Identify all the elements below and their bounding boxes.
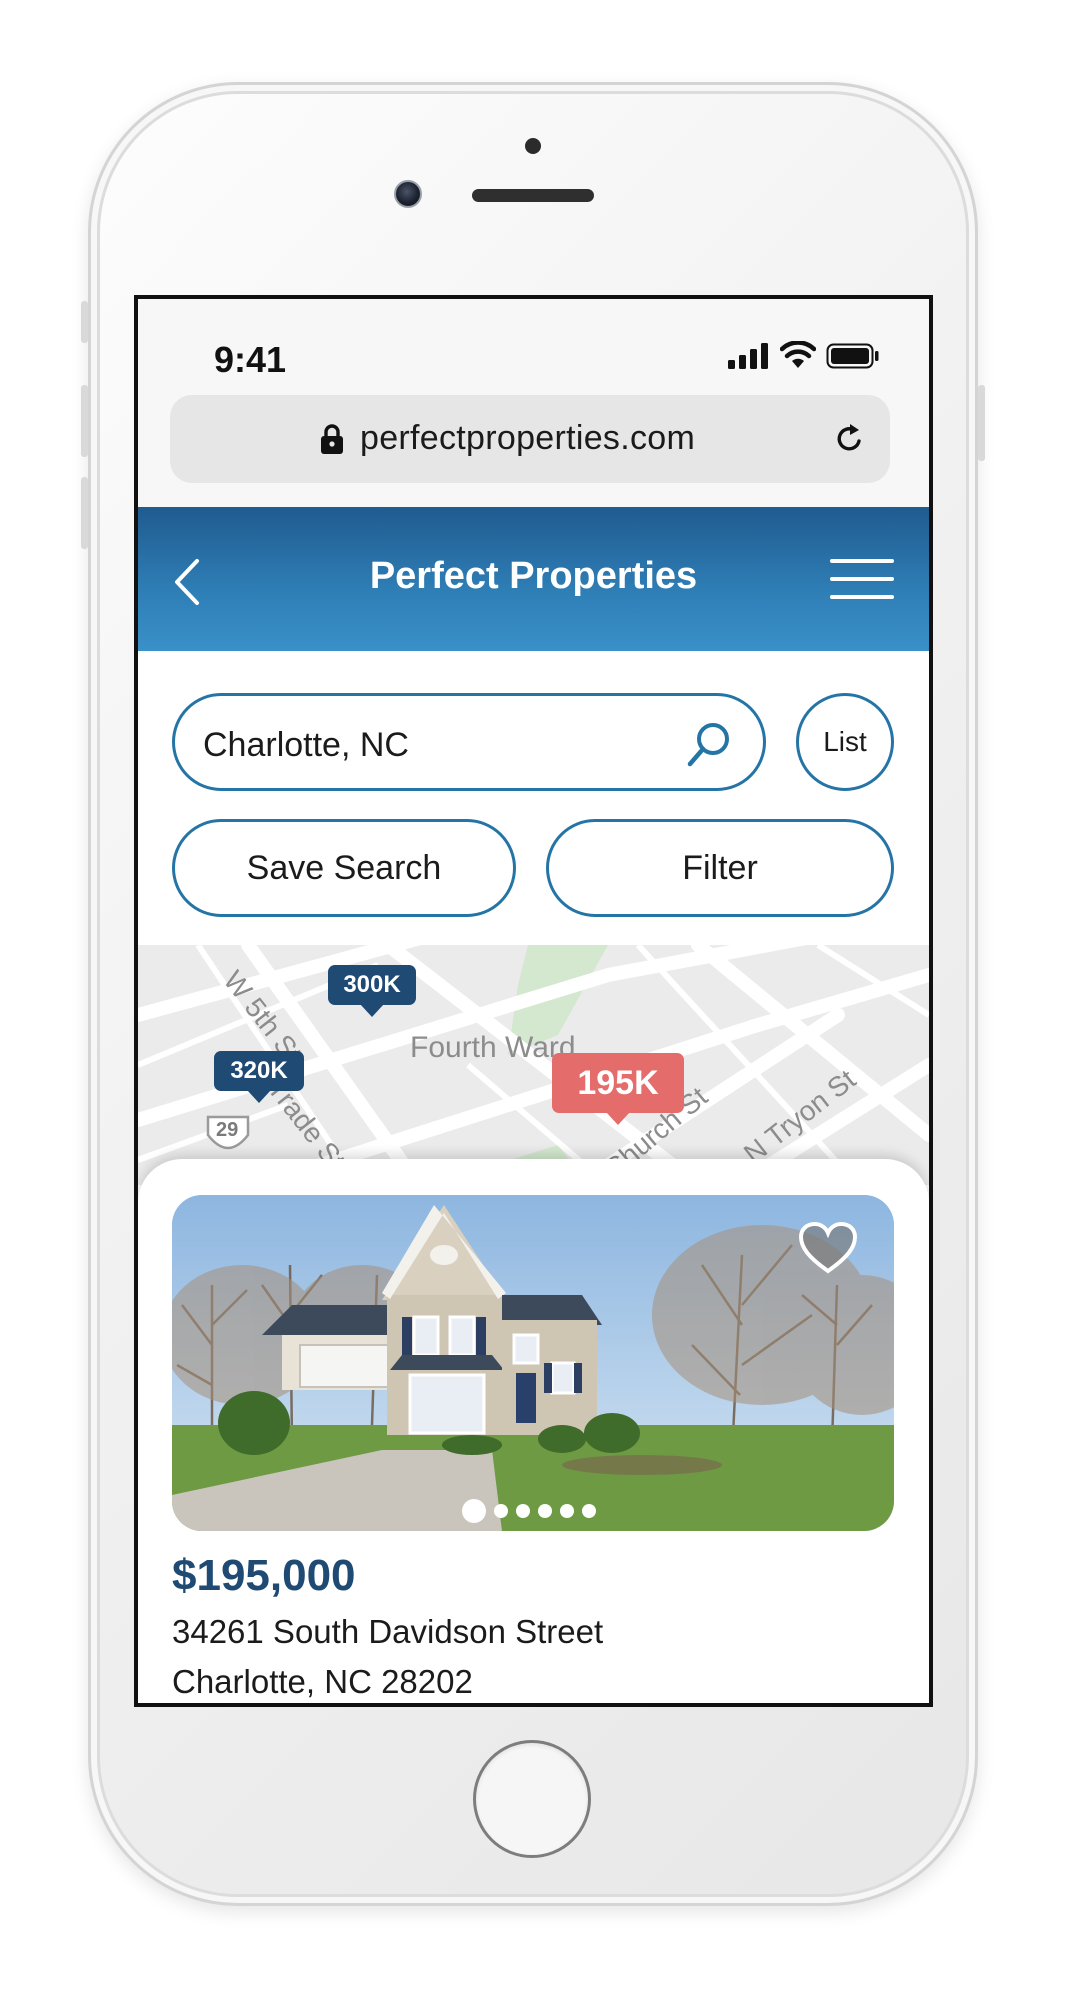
pagination-dot[interactable] [516, 1504, 530, 1518]
status-bar: 9:41 [138, 299, 929, 395]
listing-photo[interactable] [172, 1195, 894, 1531]
location-search-input[interactable]: Charlotte, NC [172, 693, 766, 791]
route-29-badge: 29 [216, 1119, 239, 1141]
page-title: Perfect Properties [369, 555, 698, 597]
save-search-button[interactable]: Save Search [172, 819, 516, 917]
map-price-marker[interactable]: 300K [328, 965, 416, 1017]
search-icon[interactable] [685, 720, 733, 768]
phone-screen: 9:41 perfectproperties.com Perfect Prope… [134, 295, 933, 1707]
reload-icon[interactable] [834, 423, 866, 455]
earpiece-speaker [472, 189, 594, 202]
pagination-dot[interactable] [538, 1504, 552, 1518]
listing-address-line2: Charlotte, NC 28202 [172, 1663, 473, 1700]
map-neighborhood-label: Fourth Ward [410, 1031, 576, 1064]
house-photo [172, 1195, 894, 1531]
listing-address-line1: 34261 South Davidson Street [172, 1613, 604, 1650]
front-camera [394, 180, 422, 208]
pagination-dot[interactable] [560, 1504, 574, 1518]
volume-down-button [81, 477, 88, 549]
address-bar[interactable]: perfectproperties.com [170, 395, 890, 483]
home-button[interactable] [473, 1740, 591, 1858]
pagination-dot[interactable] [494, 1504, 508, 1518]
signal-icon [728, 343, 768, 369]
filter-button[interactable]: Filter [546, 819, 894, 917]
pagination-dot-active[interactable] [462, 1499, 486, 1523]
power-button [978, 385, 985, 461]
volume-up-button [81, 385, 88, 457]
map-price-marker-selected[interactable]: 195K [552, 1053, 684, 1125]
pagination-dot[interactable] [582, 1504, 596, 1518]
map-price-marker[interactable]: 320K [214, 1051, 304, 1103]
status-time: 9:41 [214, 339, 287, 380]
list-view-button[interactable]: List [796, 693, 894, 791]
browser-chrome: perfectproperties.com [138, 395, 929, 507]
battery-icon [826, 343, 879, 369]
lock-icon [321, 424, 343, 454]
map-view[interactable]: W 5th St Fourth Ward Trade St Church St … [138, 945, 929, 1185]
mute-switch [81, 301, 88, 343]
proximity-sensor [525, 138, 541, 154]
url-text: perfectproperties.com [360, 419, 696, 457]
listing-price: $195,000 [172, 1551, 356, 1600]
listing-card[interactable]: $195,000 34261 South Davidson Street Cha… [138, 1159, 929, 1703]
search-value[interactable]: Charlotte, NC [203, 726, 409, 765]
photo-pagination[interactable] [462, 1499, 596, 1523]
favorite-heart-icon[interactable] [798, 1221, 858, 1275]
app-header: Perfect Properties [138, 507, 929, 651]
hamburger-menu-icon[interactable] [830, 557, 894, 601]
wifi-icon [780, 341, 816, 368]
